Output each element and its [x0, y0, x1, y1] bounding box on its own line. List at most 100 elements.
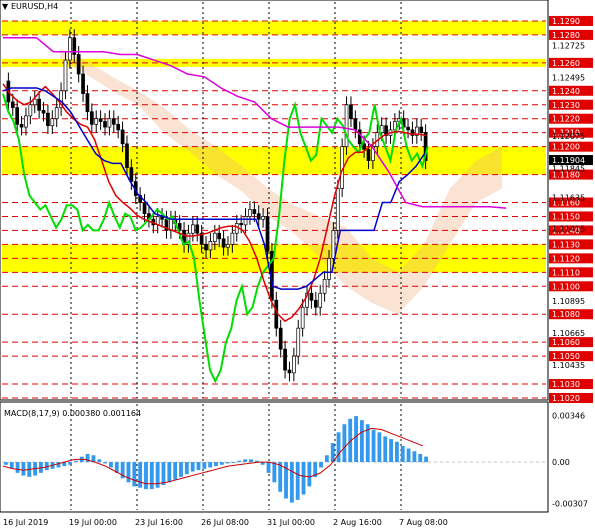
candle-body — [318, 292, 323, 308]
level-label: 1.1260 — [552, 59, 580, 68]
macd-bar — [342, 424, 347, 463]
macd-bar — [406, 448, 411, 463]
candle-body — [50, 118, 55, 127]
title-marker-icon: ▼ — [2, 2, 9, 11]
candle-body — [366, 149, 371, 161]
candle-body — [63, 59, 68, 92]
macd-bar — [74, 460, 78, 463]
candle-body — [252, 209, 257, 215]
macd-bar — [307, 462, 312, 487]
candle-body — [261, 216, 265, 220]
candle-body — [19, 123, 24, 128]
candle-body — [15, 107, 20, 125]
macd-bar — [225, 462, 230, 464]
candle-body — [419, 126, 424, 134]
level-label: 1.1020 — [552, 394, 580, 403]
macd-bar — [359, 420, 364, 463]
candle-body — [353, 118, 358, 131]
macd-bar — [289, 462, 294, 503]
candle-body — [313, 299, 318, 308]
candle-body — [287, 369, 292, 374]
macd-tick-label: 0.00 — [552, 458, 570, 467]
price-tick-label: 1.12495 — [552, 74, 585, 83]
macd-bar — [126, 462, 131, 483]
macd-bar — [383, 436, 388, 463]
price-tick-label: 1.11845 — [552, 164, 585, 173]
macd-bar — [132, 462, 137, 487]
candle-body — [327, 258, 331, 280]
macd-bar — [237, 460, 242, 463]
time-tick-label: 19 Jul 00:00 — [69, 518, 117, 527]
macd-bar — [167, 462, 172, 483]
macd-bar — [243, 459, 248, 463]
macd-bar — [15, 462, 20, 473]
macd-bar — [394, 441, 399, 463]
candle-body — [406, 126, 410, 131]
price-tick-label: 1.12725 — [552, 41, 585, 50]
candle-body — [278, 327, 283, 350]
candle-body — [85, 93, 90, 113]
price-tick-label: 1.11415 — [552, 224, 585, 233]
price-tick-label: 1.10435 — [552, 361, 585, 370]
macd-bar — [214, 462, 218, 467]
chart-window: 1.1290 1.1280 1.1260 1.1240 1.1230 1.1220 1.12… — [0, 0, 595, 532]
macd-bar — [149, 462, 154, 490]
macd-bar — [301, 462, 306, 495]
level-label: 1.1240 — [552, 87, 580, 96]
macd-bar — [231, 462, 236, 464]
macd-bar — [295, 462, 300, 500]
candle-body — [28, 104, 33, 117]
candle-body — [331, 230, 336, 259]
candle-body — [239, 223, 244, 226]
macd-bar — [371, 429, 376, 463]
candle-body — [37, 98, 41, 111]
macd-bar — [144, 462, 148, 490]
candle-body — [357, 129, 362, 145]
candle-body — [230, 232, 235, 245]
candle-body — [10, 101, 15, 108]
candle-body — [300, 306, 305, 329]
candle-body — [120, 129, 125, 145]
macd-bar — [4, 462, 8, 465]
candle-body — [322, 278, 327, 294]
level-label: 1.1050 — [552, 352, 580, 361]
level-label: 1.1060 — [552, 338, 580, 347]
macd-bar — [354, 416, 358, 463]
level-label: 1.1280 — [552, 31, 580, 40]
macd-bar — [330, 443, 335, 463]
time-tick-label: 7 Aug 08:00 — [399, 518, 448, 527]
candle-body — [111, 118, 116, 125]
level-label: 1.1120 — [552, 254, 580, 263]
candle-body — [46, 112, 50, 127]
macd-bar — [424, 456, 428, 463]
macd-bar — [196, 462, 201, 471]
level-label: 1.1290 — [552, 17, 580, 26]
macd-bar — [336, 432, 341, 463]
candle-body — [94, 118, 99, 125]
candle-body — [283, 348, 287, 371]
candle-body — [41, 109, 46, 114]
candle-body — [204, 244, 208, 251]
candle-body — [195, 224, 200, 234]
candle-body — [116, 123, 121, 131]
macd-bar — [68, 462, 73, 465]
candle-body — [98, 118, 103, 122]
current-price-label: 1.11904 — [552, 156, 585, 165]
candle-body — [76, 54, 81, 75]
candle-body — [349, 104, 353, 120]
macd-bar — [202, 462, 207, 469]
zone-2 — [2, 146, 546, 175]
time-tick-label: 16 Jul 2019 — [3, 518, 48, 527]
macd-bar — [377, 432, 382, 463]
macd-bar — [208, 462, 213, 468]
time-tick-label: 2 Aug 16:00 — [333, 518, 382, 527]
candle-body — [68, 37, 72, 61]
macd-bar — [97, 459, 102, 463]
level-label: 1.1080 — [552, 310, 580, 319]
candle-body — [24, 115, 28, 128]
macd-bar — [389, 439, 393, 463]
time-tick-label: 31 Jul 00:00 — [267, 518, 315, 527]
macd-bar — [179, 462, 183, 477]
candle-body — [256, 213, 261, 220]
macd-bar — [272, 462, 277, 483]
